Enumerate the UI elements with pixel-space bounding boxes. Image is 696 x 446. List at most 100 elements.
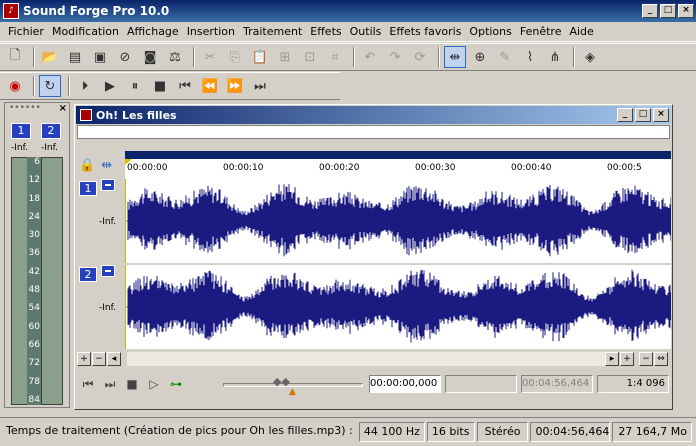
close-button[interactable]: × (678, 4, 694, 18)
stop-icon[interactable]: ■ (149, 75, 171, 97)
channel-2-minimize-icon[interactable] (101, 265, 115, 277)
waveform-channel-2[interactable] (125, 265, 671, 349)
menu-fichier[interactable]: Fichier (4, 25, 48, 38)
play-meters-panel: •••••• × 1 2 -Inf. -Inf. 6 12 18 24 30 36 42 48 5… (4, 102, 70, 408)
doc-play-icon[interactable]: ▷ (143, 373, 165, 395)
menu-bar: Fichier Modification Affichage Insertion… (0, 22, 696, 42)
waveform-channel-1[interactable] (125, 179, 671, 263)
menu-insertion[interactable]: Insertion (183, 25, 239, 38)
level-zoom-out-button[interactable]: − (92, 352, 106, 366)
sound-forge-app-icon: ♪ (3, 3, 19, 19)
horizontal-scrollbar[interactable] (127, 352, 605, 366)
play-all-icon[interactable]: ⏵ (74, 75, 96, 97)
save-all-icon[interactable]: ◙ (139, 46, 161, 68)
meter-scale-tick: 84 (28, 394, 40, 405)
snap-icon[interactable]: ⇹ (101, 158, 112, 173)
minimize-button[interactable]: _ (642, 4, 658, 18)
zoom-slider-icon[interactable]: ⇔ (654, 352, 668, 366)
undo-icon[interactable]: ↶ (359, 46, 381, 68)
zoom-out-button[interactable]: − (639, 352, 653, 366)
document-window: Oh! Les filles _ □ × 🔒 ⇹ 00:00:00 00:00:… (74, 104, 673, 410)
menu-options[interactable]: Options (465, 25, 515, 38)
slider-thumb-icon[interactable]: ◆◆ (273, 375, 290, 388)
paste-icon[interactable]: 📋 (249, 46, 271, 68)
channel-1-button[interactable]: 1 (79, 181, 97, 196)
doc-go-to-end-icon[interactable]: ⏭ (99, 373, 121, 395)
menu-effets[interactable]: Effets (306, 25, 345, 38)
paste-new-icon[interactable]: ⊡ (299, 46, 321, 68)
status-bit-depth[interactable]: 16 bits (426, 422, 475, 442)
doc-close-button[interactable]: × (653, 108, 669, 122)
menu-modification[interactable]: Modification (48, 25, 123, 38)
doc-scrub-icon[interactable]: ⊶ (165, 373, 187, 395)
channel-2-button[interactable]: 2 (79, 267, 97, 282)
level-meter-2 (41, 157, 63, 405)
slider-marker-icon: ▲ (289, 387, 296, 397)
edit-tool-icon[interactable]: ⇹ (444, 46, 466, 68)
length-field[interactable]: 00:04:56,464 (521, 375, 593, 393)
meter-scale-tick: 36 (28, 248, 40, 259)
menu-outils[interactable]: Outils (346, 25, 386, 38)
ruler-tick-4: 00:00:40 (511, 163, 552, 173)
document-icon (80, 109, 92, 121)
doc-maximize-button[interactable]: □ (635, 108, 651, 122)
ruler-tick-3: 00:00:30 (415, 163, 456, 173)
loop-playback-icon[interactable]: ↻ (39, 75, 61, 97)
time-ruler[interactable]: 00:00:00 00:00:10 00:00:20 00:00:30 00:0… (125, 151, 671, 179)
status-channels[interactable]: Stéréo (476, 422, 529, 442)
marker-bar[interactable] (125, 151, 671, 159)
event-tool-icon[interactable]: ⋔ (544, 46, 566, 68)
position-field[interactable]: 00:00:00,000 (369, 375, 441, 393)
open-folder-icon[interactable]: 📂 (39, 46, 61, 68)
rewind-icon[interactable]: ⏪ (199, 75, 221, 97)
go-to-end-icon[interactable]: ⏭ (249, 75, 271, 97)
channel-1-minimize-icon[interactable] (101, 179, 115, 191)
cut-icon[interactable]: ✂ (199, 46, 221, 68)
meter-scale-tick: 18 (28, 193, 40, 204)
menu-aide[interactable]: Aide (565, 25, 597, 38)
pause-icon[interactable]: ⏸ (124, 75, 146, 97)
crop-icon[interactable]: ⌗ (324, 46, 346, 68)
properties-icon[interactable]: ◈ (579, 46, 601, 68)
doc-minimize-button[interactable]: _ (617, 108, 633, 122)
level-zoom-in-button[interactable]: + (77, 352, 91, 366)
new-file-icon[interactable]: 🗋 (4, 46, 26, 68)
document-transport: ⏮ ⏭ ■ ▷ ⊶ ◆◆ ▲ 00:00:00,000 00:04:56,464… (77, 369, 670, 399)
repeat-icon[interactable]: ⟳ (409, 46, 431, 68)
menu-fenetre[interactable]: Fenêtre (516, 25, 566, 38)
render-icon[interactable]: ⊘ (114, 46, 136, 68)
menu-traitement[interactable]: Traitement (239, 25, 306, 38)
scroll-right-button[interactable]: ▸ (605, 352, 619, 366)
redo-icon[interactable]: ↷ (384, 46, 406, 68)
zoom-in-button[interactable]: + (620, 352, 634, 366)
status-sample-rate[interactable]: 44 100 Hz (358, 422, 425, 442)
zoom-ratio-field[interactable]: 1:4 096 (597, 375, 669, 393)
meter-channel-1-label: 1 (11, 123, 31, 139)
pencil-tool-icon[interactable]: ✎ (494, 46, 516, 68)
doc-go-to-start-icon[interactable]: ⏮ (77, 373, 99, 395)
overview-bar[interactable] (77, 125, 670, 139)
mix-paste-icon[interactable]: ⊞ (274, 46, 296, 68)
menu-affichage[interactable]: Affichage (123, 25, 183, 38)
lock-icon[interactable]: 🔒 (79, 158, 95, 173)
scroll-left-button[interactable]: ◂ (107, 352, 121, 366)
play-icon[interactable]: ▶ (99, 75, 121, 97)
channel-2-header: 2 -Inf. (77, 265, 125, 349)
meter-peak-1: -Inf. (11, 143, 28, 153)
open-project-icon[interactable]: ▤ (64, 46, 86, 68)
copy-icon[interactable]: ⎘ (224, 46, 246, 68)
magnify-tool-icon[interactable]: ⊕ (469, 46, 491, 68)
record-icon[interactable]: ◉ (4, 75, 26, 97)
save-icon[interactable]: ▣ (89, 46, 111, 68)
channel-1-header: 1 -Inf. (77, 179, 125, 263)
fast-forward-icon[interactable]: ⏩ (224, 75, 246, 97)
close-meters-icon[interactable]: × (59, 103, 67, 114)
selection-field[interactable] (445, 375, 517, 393)
go-to-start-icon[interactable]: ⏮ (174, 75, 196, 97)
publish-icon[interactable]: ⚖ (164, 46, 186, 68)
maximize-button[interactable]: □ (660, 4, 676, 18)
envelope-tool-icon[interactable]: ⌇ (519, 46, 541, 68)
menu-effets-favoris[interactable]: Effets favoris (385, 25, 465, 38)
status-size: 27 164,7 Mo (612, 422, 693, 442)
doc-stop-icon[interactable]: ■ (121, 373, 143, 395)
